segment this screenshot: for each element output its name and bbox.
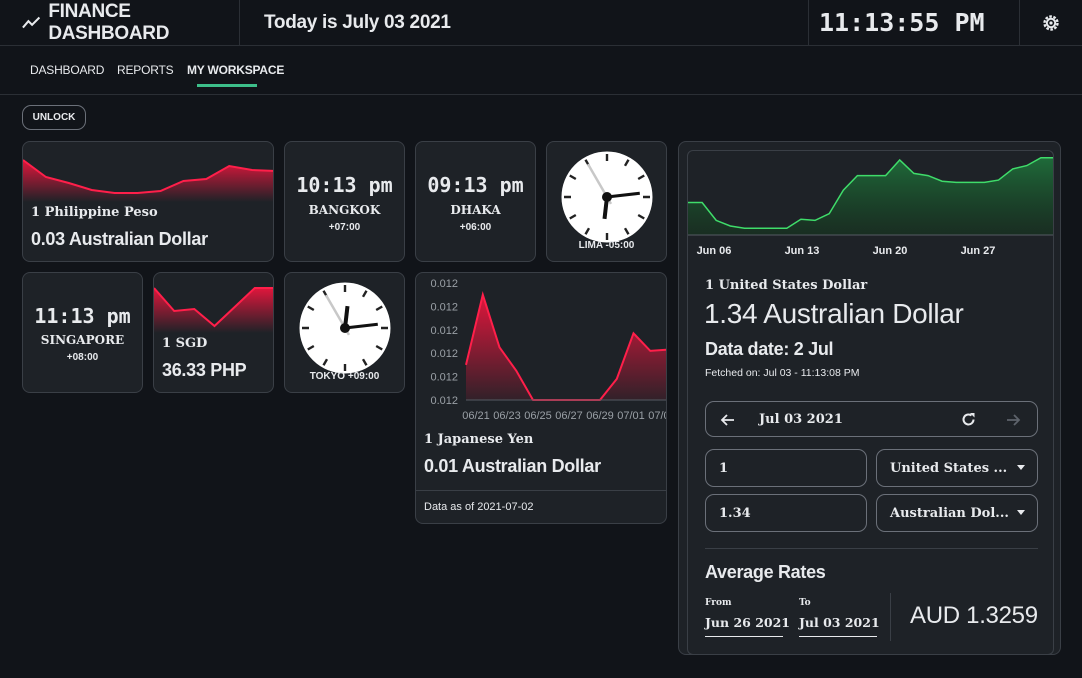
refresh-icon[interactable]: [960, 411, 977, 428]
currency-from-value: United States ...: [890, 460, 1008, 476]
usd-x-tick: Jun 06: [697, 245, 732, 257]
jpy-base-label: 1 Japanese Yen: [424, 432, 534, 447]
to-label: To: [799, 598, 811, 608]
average-rate-value: AUD 1.3259: [910, 602, 1038, 629]
amount-to-input[interactable]: 1.34: [705, 494, 867, 532]
amount-from-input[interactable]: 1: [705, 449, 867, 487]
tab-dashboard[interactable]: DASHBOARD: [30, 63, 104, 77]
today-label: Today is July 03 2021: [264, 11, 451, 33]
tab-reports[interactable]: REPORTS: [117, 63, 174, 77]
sgd-rate-value: 36.33 PHP: [162, 360, 247, 380]
header-clock: 11:13:55 PM: [808, 0, 1020, 45]
dhaka-time: 09:13 pm: [427, 173, 524, 197]
jpy-x-tick: 07/03: [648, 410, 667, 422]
php-sparkline: [23, 159, 273, 202]
arrow-right-icon[interactable]: [1005, 412, 1021, 428]
jpy-footer: Data as of 2021-07-02: [424, 501, 534, 513]
arrow-left-icon[interactable]: [720, 412, 736, 428]
sgd-sparkline: [154, 287, 273, 333]
gear-icon: [1043, 14, 1059, 31]
dhaka-city: DHAKA: [450, 203, 501, 217]
fetched-on: Fetched on: Jul 03 - 11:13:08 PM: [705, 367, 860, 379]
singapore-clock-card[interactable]: 11:13 pm SINGAPORE +08:00: [22, 272, 143, 393]
tokyo-label: TOKYO +09:00: [309, 371, 380, 382]
lima-label: LIMA -05:00: [578, 240, 635, 251]
jpy-x-tick: 06/29: [586, 410, 614, 422]
singapore-city: SINGAPORE: [40, 333, 125, 347]
jpy-y-tick: 0.012: [430, 372, 458, 384]
jpy-divider: [416, 490, 666, 491]
tokyo-analog-clock: [298, 281, 392, 375]
settings-button[interactable]: [1036, 0, 1066, 45]
active-tab-indicator: [197, 84, 257, 87]
trending-icon: [22, 16, 41, 28]
jpy-rate-card[interactable]: 0.012 0.012 0.012 0.012 0.012 0.012 06/21 06/23…: [415, 272, 667, 524]
bangkok-clock-card[interactable]: 10:13 pm BANGKOK +07:00: [284, 141, 405, 262]
converter-panel: Jun 06 Jun 13 Jun 20 Jun 27 1 United States…: [678, 141, 1061, 655]
jpy-x-tick: 06/27: [555, 410, 583, 422]
lima-analog-clock: [560, 150, 654, 244]
currency-from-select[interactable]: United States ...: [876, 449, 1038, 487]
currency-to-select[interactable]: Australian Dol...: [876, 494, 1038, 532]
sgd-rate-card[interactable]: 1 SGD 36.33 PHP: [153, 272, 274, 393]
dhaka-clock-card[interactable]: 09:13 pm DHAKA +06:00: [415, 141, 536, 262]
nav-tabs: DASHBOARD REPORTS MY WORKSPACE: [0, 46, 1082, 95]
chevron-down-icon: [1017, 465, 1025, 470]
converter-base: 1 United States Dollar: [705, 278, 868, 293]
usd-x-tick: Jun 27: [961, 245, 996, 257]
dhaka-offset: +06:00: [459, 222, 492, 233]
clock-center: [340, 323, 350, 333]
jpy-y-tick: 0.012: [430, 278, 458, 290]
usd-x-tick: Jun 20: [873, 245, 908, 257]
app-title: FINANCE DASHBOARD: [48, 0, 170, 44]
data-date: Data date: 2 Jul: [705, 339, 834, 359]
converter-divider: [705, 548, 1038, 549]
from-date-input[interactable]: Jun 26 2021: [705, 615, 790, 637]
date-picker: Jul 03 2021: [705, 401, 1038, 437]
lima-clock-card[interactable]: LIMA -05:00: [546, 141, 667, 262]
jpy-rate-value: 0.01 Australian Dollar: [424, 456, 601, 476]
singapore-offset: +08:00: [66, 352, 99, 363]
app-header: FINANCE DASHBOARD Today is July 03 2021 …: [0, 0, 1082, 46]
jpy-y-tick: 0.012: [430, 348, 458, 360]
jpy-x-tick: 07/01: [617, 410, 645, 422]
jpy-x-tick: 06/25: [524, 410, 552, 422]
bangkok-time: 10:13 pm: [296, 173, 393, 197]
from-label: From: [705, 598, 732, 608]
php-rate-card[interactable]: 1 Philippine Peso 0.03 Australian Dollar: [22, 141, 274, 262]
sgd-base-label: 1 SGD: [162, 336, 208, 351]
app-brand: FINANCE DASHBOARD: [22, 0, 240, 45]
unlock-button[interactable]: UNLOCK: [22, 105, 86, 130]
tab-my-workspace[interactable]: MY WORKSPACE: [187, 63, 284, 77]
converter-inner: Jun 06 Jun 13 Jun 20 Jun 27 1 United States…: [687, 150, 1054, 654]
tokyo-clock-card[interactable]: TOKYO +09:00: [284, 272, 405, 393]
bangkok-offset: +07:00: [328, 222, 361, 233]
jpy-y-tick: 0.012: [430, 325, 458, 337]
currency-to-value: Australian Dol...: [890, 505, 1009, 521]
php-rate-value: 0.03 Australian Dollar: [31, 229, 208, 249]
php-base-label: 1 Philippine Peso: [31, 205, 158, 220]
converter-rate: 1.34 Australian Dollar: [704, 298, 964, 329]
bangkok-city: BANGKOK: [308, 203, 381, 217]
selected-date[interactable]: Jul 03 2021: [759, 412, 843, 427]
usd-aud-chart: Jun 06 Jun 13 Jun 20 Jun 27: [688, 156, 1053, 257]
jpy-y-tick: 0.012: [430, 395, 458, 407]
jpy-x-tick: 06/23: [493, 410, 521, 422]
usd-x-tick: Jun 13: [785, 245, 820, 257]
singapore-time: 11:13 pm: [34, 304, 131, 328]
jpy-x-tick: 06/21: [462, 410, 490, 422]
chevron-down-icon: [1017, 510, 1025, 515]
jpy-y-tick: 0.012: [430, 301, 458, 313]
jpy-chart: 0.012 0.012 0.012 0.012 0.012 0.012 06/21 06/23…: [430, 278, 667, 422]
average-rates-title: Average Rates: [705, 562, 826, 582]
avg-divider: [890, 593, 891, 641]
to-date-input[interactable]: Jul 03 2021: [799, 615, 880, 637]
clock-center: [602, 192, 612, 202]
